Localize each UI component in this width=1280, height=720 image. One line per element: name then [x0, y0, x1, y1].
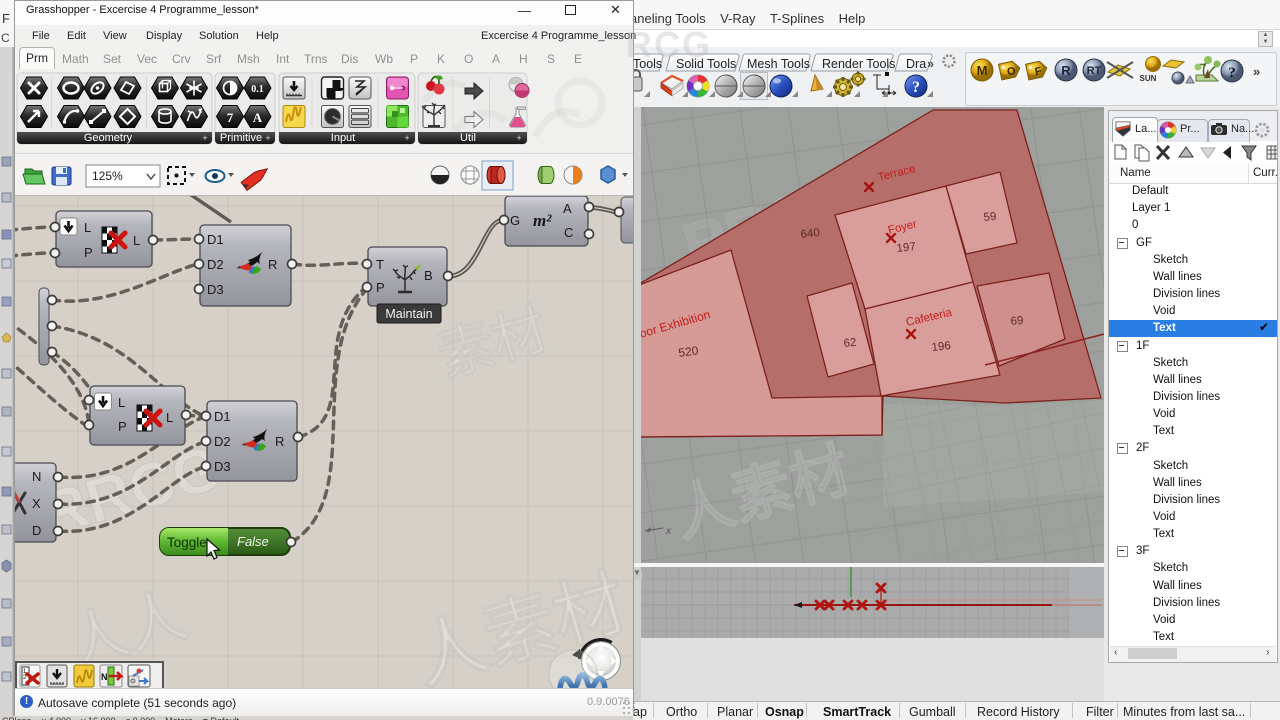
svg-text:SUN: SUN — [1140, 74, 1157, 83]
svg-text:G: G — [510, 213, 520, 228]
svg-text:m²: m² — [533, 211, 552, 230]
svg-text:Geometry: Geometry — [84, 132, 133, 144]
svg-text:A: A — [563, 201, 572, 216]
svg-text:»: » — [1253, 64, 1260, 79]
svg-text:素材: 素材 — [431, 298, 554, 388]
svg-text:X: X — [32, 496, 41, 511]
svg-text:L: L — [133, 233, 140, 248]
svg-text:D3: D3 — [214, 459, 231, 474]
svg-text:Dra: Dra — [906, 57, 926, 71]
svg-text:D1: D1 — [214, 409, 231, 424]
svg-text:x: x — [665, 526, 672, 537]
svg-text:M: M — [977, 63, 988, 78]
svg-text:P: P — [84, 245, 93, 260]
svg-text:人素材: 人素材 — [666, 435, 857, 549]
svg-text:196: 196 — [931, 340, 951, 354]
svg-text:B: B — [424, 268, 433, 283]
svg-text:D2: D2 — [207, 257, 224, 272]
svg-text:Input: Input — [331, 132, 355, 144]
svg-text:L: L — [84, 220, 91, 235]
svg-text:?: ? — [912, 79, 920, 96]
svg-text:+: + — [202, 133, 207, 143]
svg-text:69: 69 — [1010, 315, 1024, 328]
svg-text:+: + — [404, 133, 409, 143]
svg-text:520: 520 — [677, 343, 699, 360]
svg-text:+: + — [265, 133, 270, 143]
svg-text:False: False — [237, 534, 269, 549]
svg-text:D1: D1 — [207, 232, 224, 247]
svg-text:R: R — [268, 257, 277, 272]
svg-text:A: A — [253, 110, 263, 125]
svg-text:Maintain: Maintain — [385, 307, 432, 321]
svg-text:C: C — [564, 225, 573, 240]
svg-text:D3: D3 — [207, 282, 224, 297]
svg-text:R: R — [1061, 63, 1071, 78]
svg-text:T: T — [376, 257, 384, 272]
svg-text:N: N — [101, 672, 108, 682]
svg-text:R: R — [275, 434, 284, 449]
svg-text:RT: RT — [1087, 65, 1102, 77]
svg-text:N: N — [32, 469, 41, 484]
svg-text:+: + — [516, 133, 521, 143]
svg-text:P: P — [376, 280, 385, 295]
svg-text:Toggle: Toggle — [167, 535, 207, 550]
svg-text:125%: 125% — [92, 169, 123, 183]
svg-text:197: 197 — [896, 241, 916, 255]
svg-text:Util: Util — [460, 132, 476, 144]
svg-text:Render Tools: Render Tools — [822, 57, 895, 71]
svg-text:62: 62 — [843, 337, 857, 350]
svg-text:»: » — [927, 57, 934, 71]
svg-text:L: L — [118, 395, 125, 410]
svg-text:D: D — [32, 523, 41, 538]
svg-text:0.1: 0.1 — [251, 84, 264, 95]
svg-text:7: 7 — [227, 110, 234, 125]
svg-text:640: 640 — [800, 227, 820, 241]
svg-text:Mesh Tools: Mesh Tools — [747, 57, 810, 71]
svg-text:D2: D2 — [214, 434, 231, 449]
svg-text:?: ? — [1228, 65, 1236, 81]
svg-text:P: P — [118, 419, 127, 434]
svg-text:L: L — [166, 410, 173, 425]
svg-text:Primitive: Primitive — [220, 132, 262, 144]
svg-text:59: 59 — [983, 211, 997, 224]
